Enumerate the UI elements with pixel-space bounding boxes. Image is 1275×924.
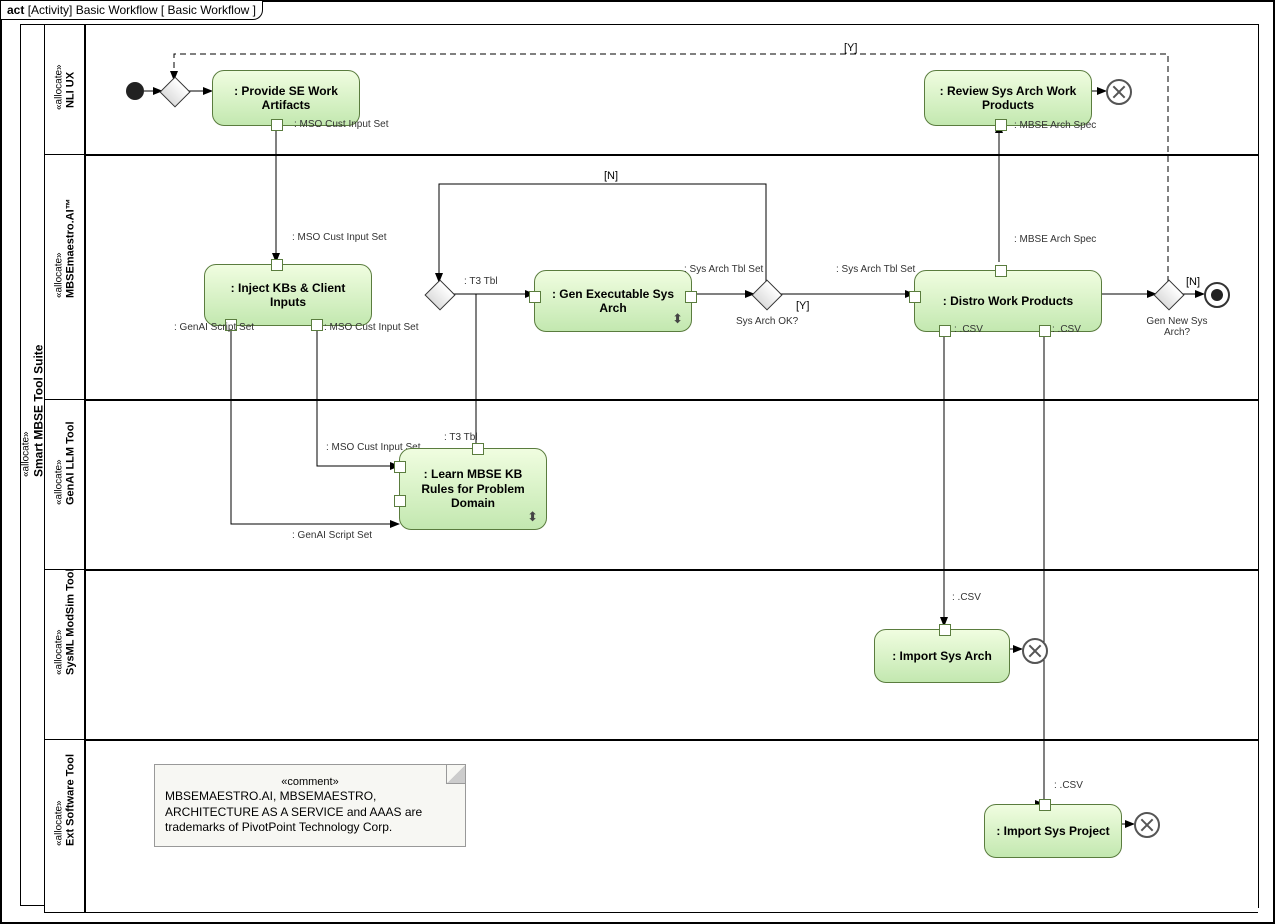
swimlanes-container: «allocate»NLI UX «allocate»MBSEmaestro.A… — [44, 24, 1259, 908]
activity-gen-exec-sys-arch: : Gen Executable Sys Arch ⬍ — [534, 270, 692, 332]
pin-in-import-arch — [939, 624, 951, 636]
pin-in-genexec — [529, 291, 541, 303]
activity-import-sys-arch: : Import Sys Arch — [874, 629, 1010, 683]
pinlabel-ttbl-2: : T3 Tbl — [444, 432, 478, 443]
activity-inject-kbs: : Inject KBs & Client Inputs — [204, 264, 372, 326]
guard-yes-2: [Y] — [844, 42, 857, 54]
frame-param: [ Basic Workflow ] — [161, 3, 256, 17]
pinlabel-mso-cust-1: : MSO Cust Input Set — [294, 119, 388, 130]
lane-body-genai-llm — [84, 399, 1258, 571]
flow-final-review — [1106, 79, 1132, 105]
pin-out-distro-csv2 — [1039, 325, 1051, 337]
comment-stereo: «comment» — [165, 775, 455, 789]
pin-in-mbse-arch-spec — [995, 119, 1007, 131]
lane-label-nli-ux: «allocate»NLI UX — [44, 24, 86, 156]
pin-out-distro-top — [995, 265, 1007, 277]
lane-body-sysml-modsim — [84, 569, 1258, 741]
guard-no-2: [N] — [1186, 276, 1200, 288]
pin-out-inject-right — [311, 319, 323, 331]
rake-icon: ⬍ — [672, 311, 683, 327]
pinlabel-sysarchtbl-1: : Sys Arch Tbl Set — [684, 264, 763, 275]
pin-in-learn-mso — [394, 461, 406, 473]
pinlabel-mbse-arch-spec-1: : MBSE Arch Spec — [1014, 120, 1096, 131]
pin-out-genexec — [685, 291, 697, 303]
lane-label-genai-llm: «allocate»GenAI LLM Tool — [44, 399, 86, 571]
activity-diagram-frame: act [Activity] Basic Workflow [ Basic Wo… — [0, 0, 1275, 924]
flow-final-import-arch — [1022, 638, 1048, 664]
comment-note: «comment» MBSEMAESTRO.AI, MBSEMAESTRO, A… — [154, 764, 466, 847]
label-sys-arch-ok: Sys Arch OK? — [736, 316, 798, 327]
pinlabel-mbse-arch-spec-2: : MBSE Arch Spec — [1014, 234, 1096, 245]
flow-final-import-proj — [1134, 812, 1160, 838]
lane-label-mbsemaestro: «allocate»MBSEmaestro.AI™ — [44, 154, 86, 401]
outer-stereo: «allocate» — [21, 453, 32, 477]
pinlabel-ttbl-1: : T3 Tbl — [464, 276, 498, 287]
pinlabel-csv-2: : .CSV — [1052, 324, 1081, 335]
pinlabel-sysarchtbl-2: : Sys Arch Tbl Set — [836, 264, 915, 275]
lane-label-sysml-modsim: «allocate»SysML ModSim Tool — [44, 569, 86, 741]
outer-swimlane-label: «allocate» Smart MBSE Tool Suite — [20, 24, 46, 906]
activity-final — [1204, 282, 1230, 308]
frame-kind: act — [7, 3, 24, 17]
initial-node — [126, 82, 144, 100]
note-fold-icon — [446, 765, 465, 784]
pinlabel-mso-cust-3: : MSO Cust Input Set — [324, 322, 418, 333]
pinlabel-mso-cust-2: : MSO Cust Input Set — [292, 232, 386, 243]
lane-label-ext-software: «allocate»Ext Software Tool — [44, 739, 86, 913]
pinlabel-csv-3: : .CSV — [952, 592, 981, 603]
comment-text: MBSEMAESTRO.AI, MBSEMAESTRO, ARCHITECTUR… — [165, 789, 455, 836]
pin-in-import-proj — [1039, 799, 1051, 811]
pinlabel-genai-script-2: : GenAI Script Set — [292, 530, 372, 541]
frame-bracket: [Activity] — [28, 3, 73, 17]
activity-learn-mbse-kb: : Learn MBSE KB Rules for Problem Domain… — [399, 448, 547, 530]
pinlabel-csv-1: : .CSV — [954, 324, 983, 335]
label-gen-new: Gen New Sys Arch? — [1142, 316, 1212, 338]
pinlabel-csv-4: : .CSV — [1054, 780, 1083, 791]
frame-header: act [Activity] Basic Workflow [ Basic Wo… — [1, 1, 263, 20]
pin-in-distro-left — [909, 291, 921, 303]
rake-icon-2: ⬍ — [527, 509, 538, 525]
frame-name: Basic Workflow — [76, 3, 158, 17]
activity-provide-se-artifacts: : Provide SE Work Artifacts — [212, 70, 360, 126]
pin-in-learn-genai — [394, 495, 406, 507]
guard-no-1: [N] — [604, 170, 618, 182]
activity-distro-work-products: : Distro Work Products — [914, 270, 1102, 332]
activity-import-sys-project: : Import Sys Project — [984, 804, 1122, 858]
guard-yes-1: [Y] — [796, 300, 809, 312]
activity-review-sys-arch: : Review Sys Arch Work Products — [924, 70, 1092, 126]
pin-out-mso-cust — [271, 119, 283, 131]
pin-in-inject-top — [271, 259, 283, 271]
pinlabel-genai-script-1: : GenAI Script Set — [174, 322, 254, 333]
pin-out-learn-ttbl — [472, 443, 484, 455]
pin-out-distro-csv1 — [939, 325, 951, 337]
